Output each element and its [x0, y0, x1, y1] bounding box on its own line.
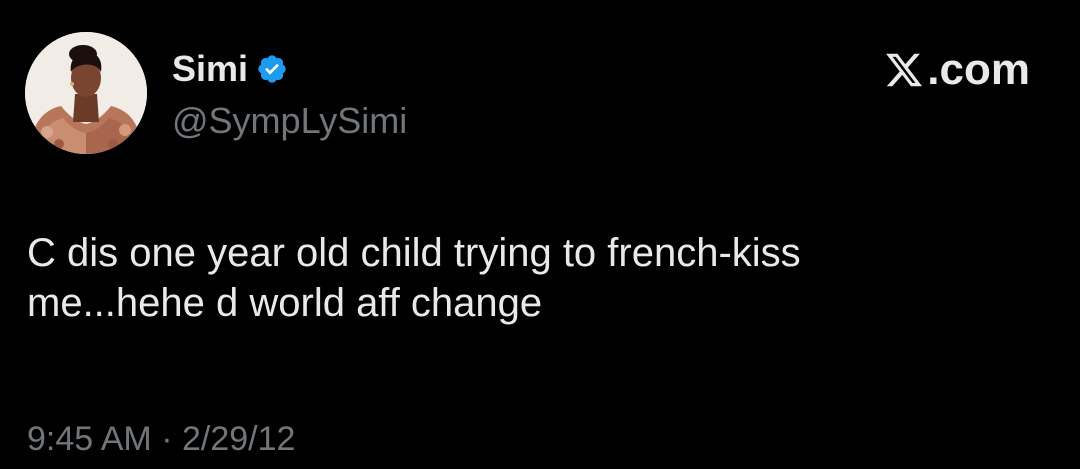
author-name-row: Simi	[172, 46, 288, 92]
site-label: .com	[883, 46, 1030, 94]
verified-badge-icon	[256, 53, 288, 85]
site-domain: .com	[927, 45, 1030, 94]
x-logo-icon	[883, 50, 925, 90]
avatar[interactable]	[25, 32, 147, 154]
tweet-meta: 9:45 AM · 2/29/12	[27, 418, 295, 460]
tweet-text: C dis one year old child trying to frenc…	[27, 231, 801, 325]
avatar-image	[25, 32, 147, 154]
author-handle[interactable]: @SympLySimi	[172, 98, 407, 144]
display-name[interactable]: Simi	[172, 46, 248, 92]
tweet-time[interactable]: 9:45 AM	[27, 420, 152, 458]
tweet-card: Simi @SympLySimi .com C dis one year old…	[0, 0, 1080, 469]
meta-separator: ·	[151, 420, 182, 458]
tweet-date[interactable]: 2/29/12	[182, 420, 295, 458]
